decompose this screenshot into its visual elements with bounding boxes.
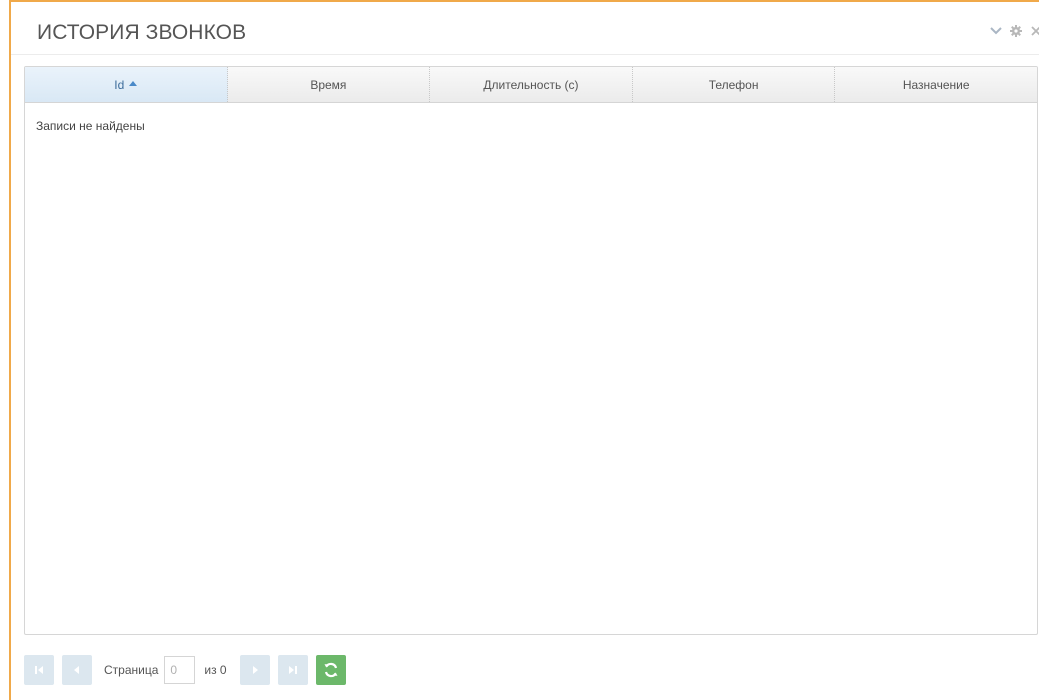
column-header-time[interactable]: Время — [228, 67, 431, 102]
column-header-label: Длительность (с) — [483, 77, 579, 92]
column-header-label: Id — [114, 77, 125, 92]
column-header-label: Назначение — [902, 77, 970, 92]
page-label: Страница — [104, 663, 159, 677]
prev-page-button[interactable] — [62, 655, 92, 685]
column-header-label: Время — [310, 77, 347, 92]
sort-ascending-icon — [129, 81, 138, 86]
column-header-destination[interactable]: Назначение — [835, 67, 1037, 102]
table-header: Id Время Длительность (с) Телефон Назнач… — [25, 67, 1037, 103]
refresh-icon — [324, 662, 338, 678]
chevron-down-icon[interactable] — [989, 24, 1003, 38]
call-history-panel: ИСТОРИЯ ЗВОНКОВ Id Время Длительность (с… — [9, 0, 1039, 700]
last-page-icon — [288, 666, 297, 674]
empty-records-message: Записи не найдены — [36, 119, 145, 133]
column-header-label: Телефон — [708, 77, 759, 92]
page-count-label: из 0 — [204, 663, 227, 677]
prev-page-icon — [74, 666, 79, 674]
gear-icon[interactable] — [1009, 24, 1023, 38]
last-page-button[interactable] — [277, 655, 308, 685]
first-page-button[interactable] — [24, 655, 54, 685]
call-history-page: ИСТОРИЯ ЗВОНКОВ Id Время Длительность (с… — [0, 0, 1039, 700]
pagination-bar: Страница из 0 — [24, 654, 346, 686]
panel-tools — [989, 24, 1039, 38]
column-header-id[interactable]: Id — [25, 67, 228, 102]
call-history-table: Id Время Длительность (с) Телефон Назнач… — [24, 66, 1038, 635]
next-page-button[interactable] — [239, 655, 270, 685]
panel-header: ИСТОРИЯ ЗВОНКОВ — [11, 2, 1039, 55]
column-header-duration[interactable]: Длительность (с) — [430, 67, 633, 102]
panel-title: ИСТОРИЯ ЗВОНКОВ — [37, 21, 247, 44]
first-page-icon — [35, 666, 43, 674]
page-number-input[interactable] — [164, 656, 196, 684]
close-icon[interactable] — [1029, 24, 1039, 38]
refresh-button[interactable] — [315, 655, 346, 685]
column-header-phone[interactable]: Телефон — [633, 67, 836, 102]
next-page-icon — [252, 666, 258, 674]
